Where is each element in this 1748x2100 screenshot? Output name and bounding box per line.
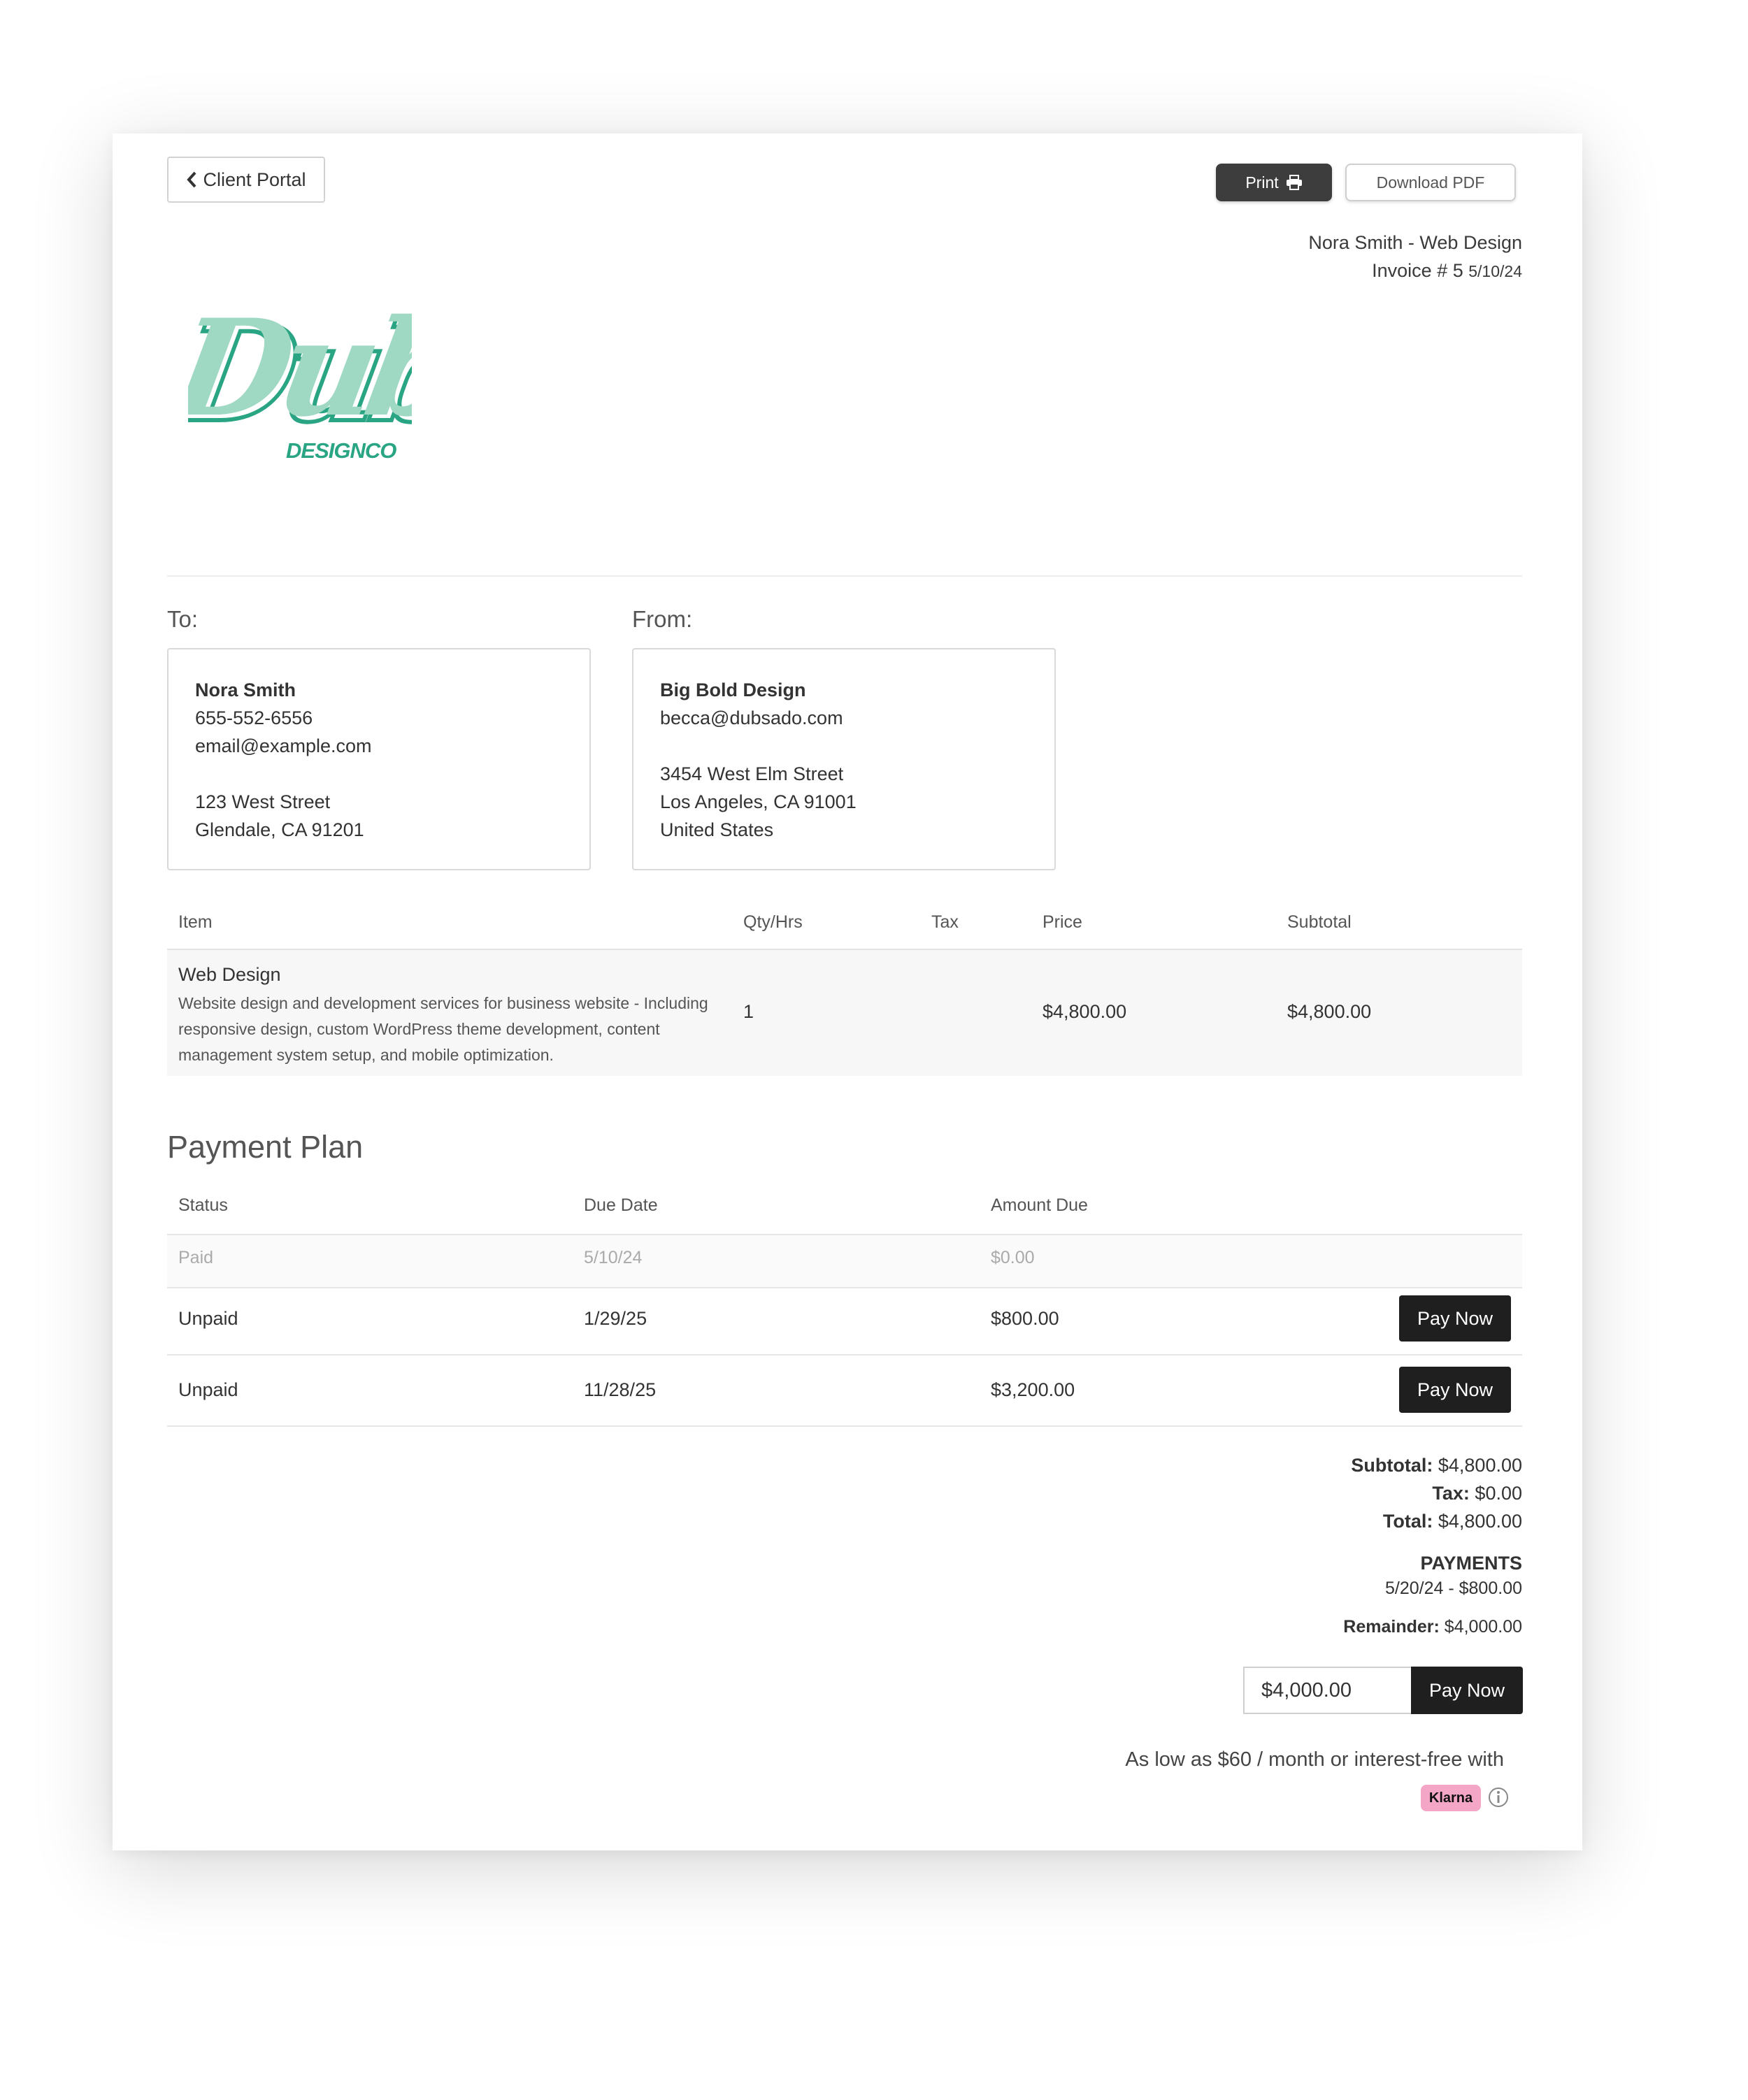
item-subtotal: $4,800.00 — [1287, 1001, 1372, 1022]
from-email: becca@dubsado.com — [660, 707, 843, 728]
klarna-badge-label: Klarna — [1428, 1790, 1473, 1806]
col-status: Status — [178, 1195, 228, 1215]
subtotal-line: Subtotal: $4,800.00 — [1351, 1455, 1522, 1476]
remainder-label: Remainder: — [1343, 1617, 1440, 1637]
payment-due: 11/28/25 — [584, 1379, 657, 1400]
total-line: Total: $4,800.00 — [1383, 1511, 1522, 1532]
from-country: United States — [660, 819, 774, 840]
remainder-line: Remainder: $4,000.00 — [1343, 1617, 1522, 1637]
client-portal-label: Client Portal — [203, 168, 306, 190]
subtotal-label: Subtotal: — [1351, 1455, 1433, 1476]
klarna-badge[interactable]: Klarna — [1421, 1785, 1481, 1811]
pay-now-button[interactable]: Pay Now — [1399, 1367, 1511, 1413]
to-name: Nora Smith — [195, 679, 296, 700]
row-divider — [167, 1425, 1522, 1427]
pay-now-label: Pay Now — [1417, 1379, 1493, 1400]
col-tax: Tax — [931, 912, 959, 932]
to-address-box: Nora Smith 655-552-6556 email@example.co… — [167, 648, 591, 870]
payment-status: Unpaid — [178, 1308, 238, 1329]
col-qty: Qty/Hrs — [743, 912, 803, 932]
to-email: email@example.com — [195, 735, 372, 756]
payment-amount: $0.00 — [991, 1248, 1035, 1267]
col-subtotal: Subtotal — [1287, 912, 1352, 932]
pay-now-label: Pay Now — [1417, 1307, 1493, 1329]
to-city: Glendale, CA 91201 — [195, 819, 364, 840]
company-logo: Dub Dub DESIGNCO — [159, 287, 475, 466]
total-label: Total: — [1382, 1511, 1433, 1532]
remainder-value: $4,000.00 — [1444, 1617, 1522, 1637]
col-amount-due: Amount Due — [991, 1195, 1088, 1215]
item-title: Web Design — [178, 964, 281, 985]
download-pdf-button[interactable]: Download PDF — [1345, 164, 1516, 201]
tax-line: Tax: $0.00 — [1432, 1483, 1522, 1504]
payment-status: Unpaid — [178, 1379, 238, 1400]
tax-value: $0.00 — [1475, 1483, 1522, 1504]
payment-due: 5/10/24 — [584, 1248, 643, 1267]
to-phone: 655-552-6556 — [195, 707, 313, 728]
payment-row-paid — [167, 1235, 1522, 1287]
invoice-card: Client Portal Print Download PDF Nora Sm… — [113, 134, 1582, 1850]
download-pdf-label: Download PDF — [1376, 173, 1485, 192]
from-street: 3454 West Elm Street — [660, 763, 844, 784]
payment-amount: $3,200.00 — [991, 1379, 1075, 1400]
invoice-date: 5/10/24 — [1468, 262, 1522, 280]
project-title: Nora Smith - Web Design — [1308, 232, 1522, 253]
logo-script-fill: Dub — [188, 290, 412, 446]
to-label: To: — [167, 606, 199, 632]
payment-plan-title: Payment Plan — [167, 1129, 364, 1165]
tax-label: Tax: — [1432, 1483, 1470, 1504]
payments-label: PAYMENTS — [1420, 1553, 1522, 1574]
payment-status: Paid — [178, 1248, 214, 1267]
payment-entry: 5/20/24 - $800.00 — [1385, 1578, 1522, 1598]
from-name: Big Bold Design — [660, 679, 806, 700]
subtotal-value: $4,800.00 — [1438, 1455, 1522, 1476]
payment-amount-value: $4,000.00 — [1261, 1678, 1352, 1702]
payment-amount: $800.00 — [991, 1308, 1059, 1329]
item-price: $4,800.00 — [1043, 1001, 1127, 1022]
col-price: Price — [1043, 912, 1082, 932]
row-divider — [167, 1354, 1522, 1355]
print-label: Print — [1245, 173, 1279, 192]
payment-amount-input[interactable]: $4,000.00 — [1243, 1667, 1411, 1714]
payment-due: 1/29/25 — [584, 1308, 647, 1329]
header-divider — [167, 575, 1522, 577]
from-label: From: — [632, 606, 693, 632]
from-address-box: Big Bold Design becca@dubsado.com 3454 W… — [632, 648, 1056, 870]
chevron-left-icon — [187, 171, 196, 188]
klarna-promo-text: As low as $60 / month or interest-free w… — [1125, 1748, 1504, 1771]
invoice-number: Invoice # 5 — [1372, 260, 1463, 281]
payments-heading: PAYMENTS — [1420, 1553, 1522, 1574]
info-icon[interactable] — [1487, 1786, 1510, 1812]
pay-now-main-label: Pay Now — [1428, 1679, 1505, 1701]
logo-subtitle: DESIGNCO — [286, 438, 396, 462]
row-divider — [167, 1287, 1522, 1288]
item-qty: 1 — [743, 1001, 754, 1022]
pay-now-main-button[interactable]: Pay Now — [1411, 1667, 1523, 1714]
invoice-header: Nora Smith - Web Design Invoice # 5 5/10… — [1308, 229, 1522, 285]
client-portal-button[interactable]: Client Portal — [167, 157, 325, 203]
pay-now-button[interactable]: Pay Now — [1399, 1295, 1511, 1342]
col-due-date: Due Date — [584, 1195, 658, 1215]
print-button[interactable]: Print — [1216, 164, 1332, 201]
col-item: Item — [178, 912, 213, 932]
item-description: Website design and development services … — [178, 994, 708, 1064]
from-city: Los Angeles, CA 91001 — [660, 791, 857, 812]
to-street: 123 West Street — [195, 791, 331, 812]
printer-icon — [1286, 175, 1302, 190]
total-value: $4,800.00 — [1438, 1511, 1522, 1532]
